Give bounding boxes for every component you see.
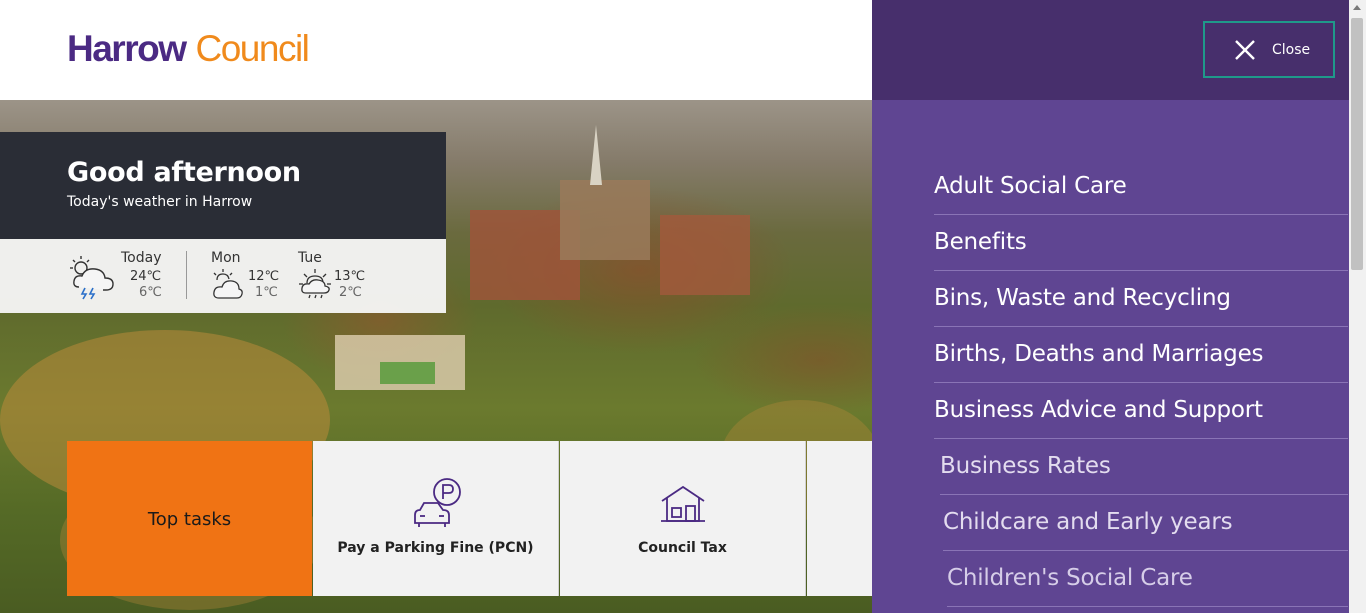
menu-item-label: Adult Social Care [934,173,1127,199]
weather-high-temp: 24℃ [130,269,162,284]
task-council-tax[interactable]: Council Tax [560,441,806,596]
hero-church [560,180,650,260]
menu-item-label: Children's Social Care [947,565,1193,591]
menu-item-benefits[interactable]: Benefits [934,215,1348,271]
task-tile-partial[interactable] [807,441,872,596]
menu-item-childcare-early-years[interactable]: Childcare and Early years [943,495,1348,551]
top-tasks-heading: Top tasks [147,509,232,530]
weather-forecast: Today 24℃ 6℃ Mon 12℃ 1℃ Tue 13℃ 2℃ [0,239,446,313]
weather-low-temp: 2℃ [339,285,362,300]
task-pay-parking-fine[interactable]: Pay a Parking Fine (PCN) [313,441,559,596]
weather-day-mon: Mon 12℃ 1℃ [211,239,291,313]
menu-item-business-advice-support[interactable]: Business Advice and Support [934,383,1348,439]
thunderstorm-icon [70,256,114,300]
scrollbar-thumb[interactable] [1351,18,1363,270]
weather-day-name: Mon [211,250,241,266]
menu-item-label: Births, Deaths and Marriages [934,341,1264,367]
menu-item-label: Bins, Waste and Recycling [934,285,1231,311]
parking-car-icon [414,478,461,527]
logo-harrow-text: Harrow [67,28,187,69]
hero-lawn [380,362,435,384]
top-tasks: Top tasks Pay a Parking Fine (PCN) Counc… [67,441,872,596]
menu-item-childrens-social-care[interactable]: Children's Social Care [947,551,1348,607]
side-menu-header: Close [872,0,1366,100]
weather-high-temp: 12℃ [248,269,280,284]
weather-low-temp: 1℃ [255,285,278,300]
task-label: Pay a Parking Fine (PCN) [337,540,534,556]
harrow-council-logo[interactable]: Harrow Council [67,28,310,70]
greeting-subtitle: Today's weather in Harrow [67,194,253,210]
greeting-title: Good afternoon [67,157,301,188]
top-tasks-heading-tile: Top tasks [67,441,312,596]
weather-divider [186,251,187,299]
weather-low-temp: 6℃ [139,285,162,300]
page-scrollbar[interactable] [1349,0,1366,613]
weather-day-tue: Tue 13℃ 2℃ [298,239,378,313]
hero-school-building [660,215,750,295]
weather-day-today: Today 24℃ 6℃ [67,239,177,313]
close-label: Close [1272,42,1311,58]
menu-item-bins-waste-recycling[interactable]: Bins, Waste and Recycling [934,271,1348,327]
house-icon [661,485,705,522]
menu-list: Adult Social Care Benefits Bins, Waste a… [934,159,1348,607]
menu-item-label: Business Rates [940,453,1111,479]
weather-day-name: Tue [298,250,322,266]
weather-day-name: Today [121,250,162,266]
site-header: Harrow Council [0,0,872,100]
logo-council-text: Council [195,28,309,69]
greeting-panel: Good afternoon Today's weather in Harrow [0,132,446,239]
close-icon [1235,40,1255,60]
menu-item-label: Childcare and Early years [943,509,1233,535]
partly-cloudy-icon [213,269,243,299]
close-menu-button[interactable]: Close [1203,21,1335,78]
menu-item-label: Business Advice and Support [934,397,1263,423]
weather-high-temp: 13℃ [334,269,366,284]
scroll-up-arrow-icon[interactable] [1353,5,1361,10]
menu-item-business-rates[interactable]: Business Rates [940,439,1348,495]
menu-item-label: Benefits [934,229,1027,255]
hero-church-spire [590,125,602,185]
menu-item-adult-social-care[interactable]: Adult Social Care [934,159,1348,215]
menu-item-births-deaths-marriages[interactable]: Births, Deaths and Marriages [934,327,1348,383]
sun-cloud-rain-icon [299,269,331,299]
side-menu: Close Adult Social Care Benefits Bins, W… [872,0,1366,613]
task-label: Council Tax [638,540,727,556]
